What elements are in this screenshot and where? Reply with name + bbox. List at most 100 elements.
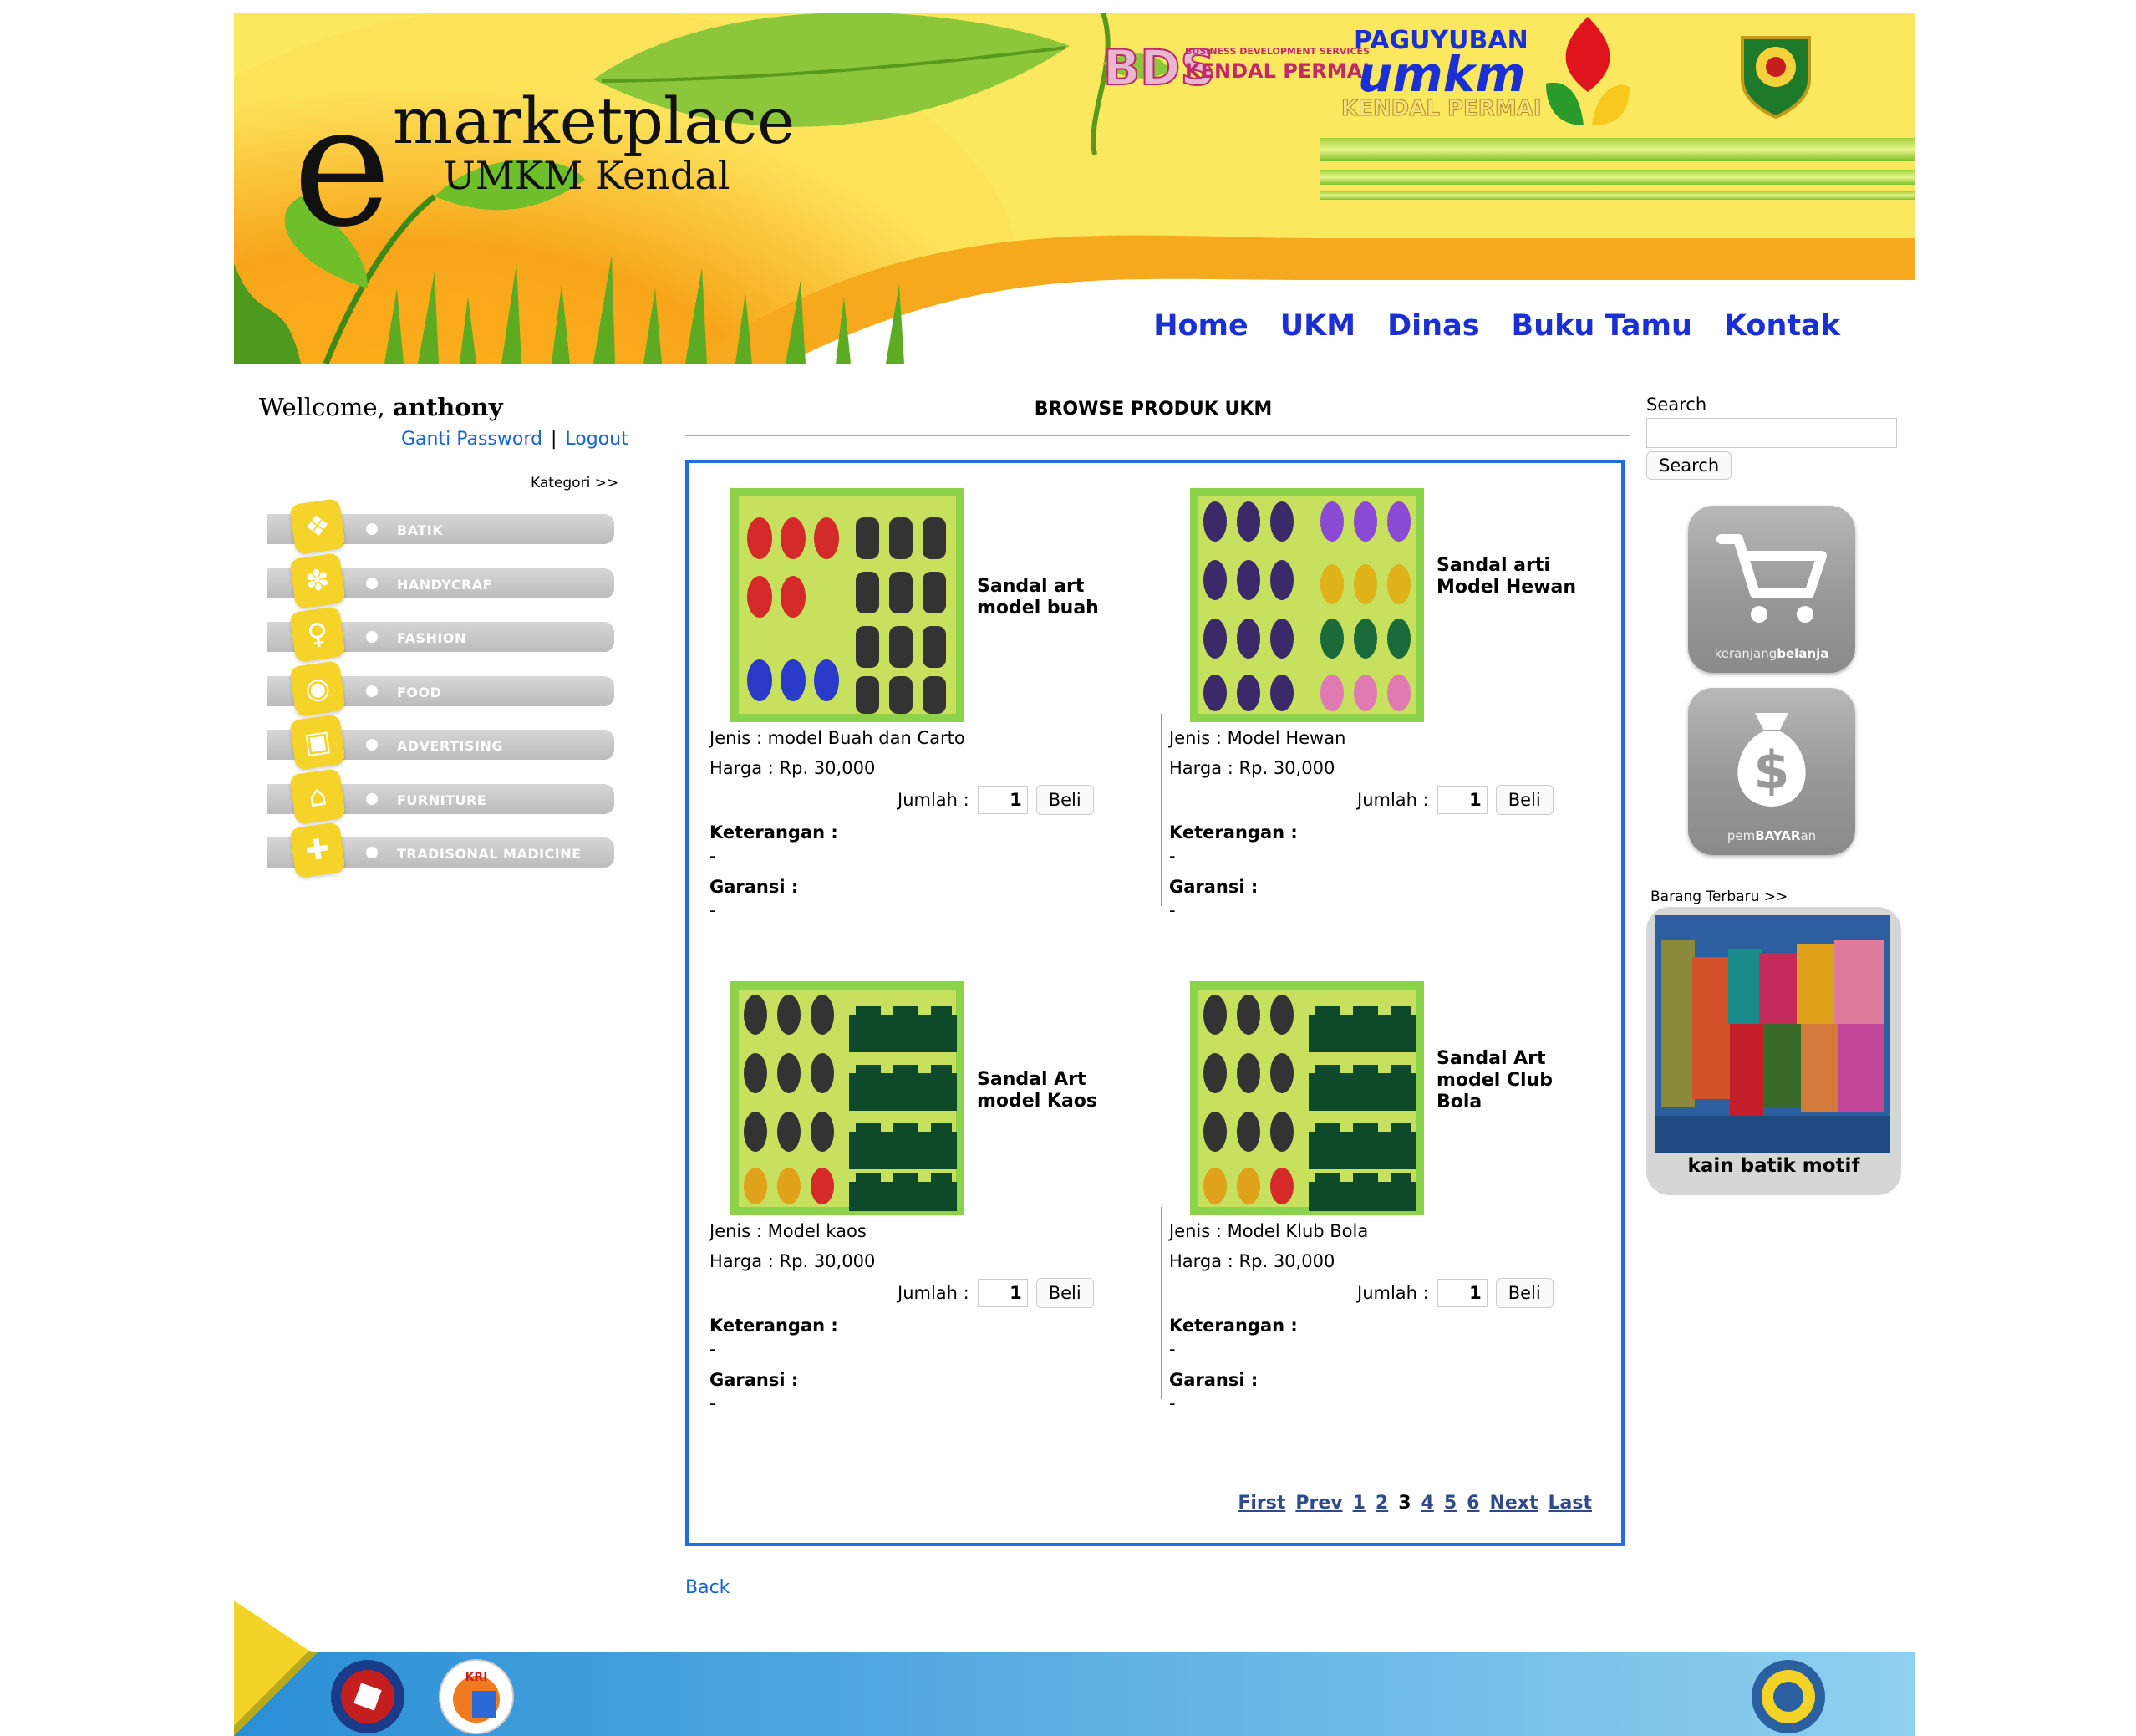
- education-emblem-icon: [1752, 1660, 1825, 1733]
- quantity-input[interactable]: [1437, 1279, 1488, 1307]
- title-divider: [685, 435, 1630, 436]
- product-harga: Harga : Rp. 30,000: [1169, 758, 1335, 778]
- product-name: Sandal arti Model Hewan: [1437, 555, 1577, 598]
- product-harga: Harga : Rp. 30,000: [709, 758, 876, 778]
- quantity-row: Jumlah : Beli: [1357, 1278, 1554, 1308]
- page-5[interactable]: 5: [1444, 1493, 1457, 1514]
- quantity-row: Jumlah : Beli: [898, 1278, 1094, 1308]
- bds-tagline: BUSINESS DEVELOPMENT SERVICES: [1185, 46, 1370, 57]
- garansi-label: Garansi :: [709, 877, 799, 897]
- garansi-label: Garansi :: [709, 1370, 799, 1390]
- jumlah-label: Jumlah :: [898, 790, 969, 810]
- quantity-input[interactable]: [1437, 786, 1488, 814]
- page-4[interactable]: 4: [1421, 1493, 1434, 1514]
- product-jenis: Jenis : Model kaos: [709, 1221, 867, 1241]
- quantity-input[interactable]: [977, 1279, 1028, 1307]
- product-harga: Harga : Rp. 30,000: [1169, 1251, 1335, 1271]
- keterangan-label: Keterangan :: [709, 822, 838, 843]
- jumlah-label: Jumlah :: [1357, 790, 1429, 810]
- umkm-subtitle: KENDAL PERMAI: [1341, 96, 1542, 122]
- quantity-row: Jumlah : Beli: [1357, 785, 1554, 815]
- kategori-title: Kategori >>: [531, 475, 619, 491]
- payment-tile[interactable]: $ pemBAYARan: [1688, 688, 1855, 855]
- category-food[interactable]: FOOD ◉: [259, 659, 614, 718]
- product-jenis: Jenis : model Buah dan Carto: [709, 728, 965, 748]
- nav-home[interactable]: Home: [1153, 309, 1249, 343]
- shopping-cart-tile[interactable]: keranjangbelanja: [1688, 506, 1855, 673]
- product-grid: Sandal art model buah Jenis : model Buah…: [685, 460, 1625, 1546]
- category-fashion[interactable]: FASHION ♀: [259, 606, 614, 664]
- product-card: Sandal art model buah Jenis : model Buah…: [689, 463, 1123, 948]
- page-2[interactable]: 2: [1376, 1493, 1388, 1514]
- logout-link[interactable]: Logout: [565, 429, 628, 450]
- category-advertising[interactable]: ADVERTISING ▣: [259, 714, 614, 771]
- product-name: Sandal art model buah: [977, 576, 1099, 619]
- quantity-row: Jumlah : Beli: [898, 785, 1094, 815]
- category-furniture[interactable]: FURNITURE ⌂: [259, 767, 614, 826]
- category-label: FASHION: [397, 630, 466, 646]
- garansi-value: -: [709, 900, 716, 920]
- footer-banner: KRI: [234, 1601, 1915, 1736]
- garansi-label: Garansi :: [1169, 877, 1259, 897]
- beli-button[interactable]: Beli: [1035, 1278, 1094, 1308]
- money-bag-icon: $: [1737, 713, 1806, 807]
- newest-product-card[interactable]: kain batik motif: [1646, 907, 1901, 1195]
- product-image[interactable]: [1190, 981, 1424, 1215]
- page-1[interactable]: 1: [1353, 1493, 1366, 1514]
- page-prev[interactable]: Prev: [1295, 1493, 1342, 1514]
- jumlah-label: Jumlah :: [898, 1283, 969, 1303]
- keterangan-value: -: [709, 846, 716, 866]
- page-6[interactable]: 6: [1467, 1493, 1479, 1514]
- category-label: FURNITURE: [397, 792, 487, 808]
- furniture-icon: ⌂: [289, 767, 346, 825]
- change-password-link[interactable]: Ganti Password: [401, 429, 542, 450]
- product-name: Sandal Art model Club Bola: [1437, 1048, 1554, 1112]
- nav-buku-tamu[interactable]: Buku Tamu: [1512, 309, 1692, 343]
- product-image[interactable]: [730, 488, 964, 722]
- food-icon: ◉: [289, 659, 346, 717]
- search-button[interactable]: Search: [1646, 451, 1732, 480]
- username: anthony: [392, 393, 503, 421]
- newest-product-image: [1655, 915, 1890, 1153]
- link-separator: |: [550, 429, 557, 450]
- search-input[interactable]: [1646, 418, 1897, 448]
- category-handycraf[interactable]: HANDYCRAF ✽: [259, 552, 614, 610]
- newest-product-name: kain batik motif: [1687, 1155, 1860, 1177]
- product-image[interactable]: [730, 981, 964, 1215]
- page-first[interactable]: First: [1238, 1493, 1285, 1514]
- back-link[interactable]: Back: [685, 1577, 730, 1598]
- logo-marketplace: marketplace: [393, 84, 796, 158]
- logo-subtitle: UMKM Kendal: [443, 153, 730, 198]
- product-card: Sandal Art model Kaos Jenis : Model kaos…: [689, 956, 1123, 1441]
- umkm-title: umkm: [1358, 46, 1526, 103]
- product-harga: Harga : Rp. 30,000: [709, 1251, 876, 1271]
- footer-artwork: KRI: [234, 1601, 1915, 1736]
- category-batik[interactable]: BATIK ❖: [259, 498, 614, 556]
- product-jenis: Jenis : Model Klub Bola: [1169, 1221, 1369, 1241]
- garansi-value: -: [709, 1393, 716, 1413]
- jumlah-label: Jumlah :: [1357, 1283, 1429, 1303]
- nav-kontak[interactable]: Kontak: [1724, 309, 1840, 343]
- nav-dinas[interactable]: Dinas: [1387, 309, 1479, 343]
- nav-ukm[interactable]: UKM: [1280, 309, 1355, 343]
- keterangan-label: Keterangan :: [1169, 822, 1298, 843]
- shopping-cart-icon: [1716, 534, 1827, 623]
- product-card: Sandal Art model Club Bola Jenis : Model…: [1148, 956, 1583, 1441]
- product-name: Sandal Art model Kaos: [977, 1069, 1098, 1112]
- beli-button[interactable]: Beli: [1035, 785, 1094, 815]
- product-image[interactable]: [1190, 488, 1424, 722]
- keterangan-value: -: [1169, 846, 1176, 866]
- beli-button[interactable]: Beli: [1495, 785, 1554, 815]
- svg-text:$: $: [1753, 740, 1789, 801]
- category-tradisional-madicine[interactable]: TRADISONAL MADICINE ✚: [259, 822, 614, 879]
- welcome-prefix: Wellcome,: [259, 393, 385, 421]
- page-last[interactable]: Last: [1549, 1493, 1592, 1514]
- category-label: TRADISONAL MADICINE: [397, 846, 582, 862]
- welcome-message: Wellcome, anthony: [259, 393, 503, 421]
- page-next[interactable]: Next: [1489, 1493, 1538, 1514]
- batik-icon: ❖: [289, 498, 346, 555]
- quantity-input[interactable]: [977, 786, 1028, 814]
- account-links: Ganti Password | Logout: [401, 429, 628, 450]
- kri-logo-icon: KRI: [439, 1659, 514, 1734]
- beli-button[interactable]: Beli: [1495, 1278, 1554, 1308]
